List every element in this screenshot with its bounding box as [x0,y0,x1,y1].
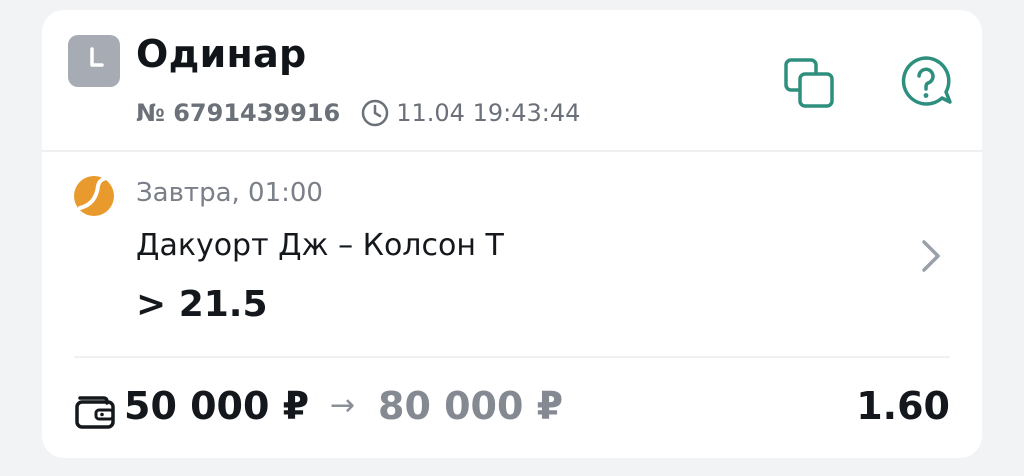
bet-type-title: Одинар [136,32,307,76]
tennis-ball-icon [72,174,116,218]
bet-timestamp: 11.04 19:43:44 [396,99,581,127]
copy-icon [784,58,834,108]
bet-number: № 6791439916 [136,99,341,127]
bet-card[interactable]: Одинар № 6791439916 11.04 19:43:44 Завтр… [42,10,982,458]
help-chat-icon [901,56,952,106]
payout-amount: 80 000 ₽ [378,384,564,428]
clock-icon [68,35,120,87]
wallet-icon [74,390,116,430]
odds-value: 1.60 [856,384,950,428]
divider [42,150,982,152]
clock-outline-icon [360,98,390,128]
chevron-right-icon[interactable] [918,236,944,276]
event-name[interactable]: Дакуорт Дж – Колсон Т [136,228,504,263]
help-button[interactable] [898,54,954,110]
bet-meta: № 6791439916 11.04 19:43:44 [136,98,580,128]
stake-amount: 50 000 ₽ [124,384,310,428]
event-time: Завтра, 01:00 [136,178,323,208]
arrow-right-icon: → [330,388,356,423]
copy-button[interactable] [782,56,838,112]
divider [74,356,950,358]
bet-outcome: > 21.5 [136,284,268,325]
